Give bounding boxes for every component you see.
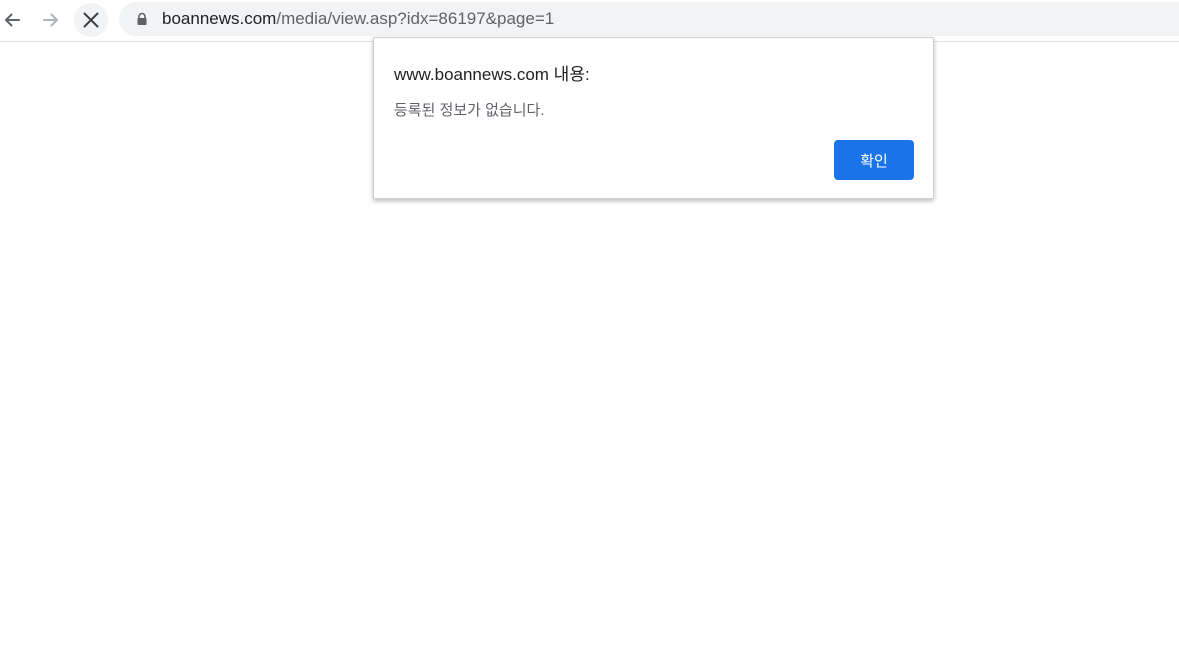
- address-bar[interactable]: boannews.com/media/view.asp?idx=86197&pa…: [119, 2, 1179, 36]
- lock-icon: [137, 12, 147, 25]
- stop-loading-button[interactable]: [74, 3, 108, 37]
- browser-toolbar: boannews.com/media/view.asp?idx=86197&pa…: [0, 0, 1179, 42]
- alert-dialog: www.boannews.com 내용: 등록된 정보가 없습니다. 확인: [373, 37, 934, 199]
- url-host: boannews.com: [162, 9, 277, 28]
- back-button[interactable]: [0, 3, 29, 37]
- arrow-right-icon: [43, 13, 58, 27]
- dialog-message: 등록된 정보가 없습니다.: [394, 102, 545, 119]
- dialog-title: www.boannews.com 내용:: [394, 65, 590, 84]
- url-text: boannews.com/media/view.asp?idx=86197&pa…: [162, 2, 554, 36]
- close-icon: [83, 12, 99, 28]
- ok-button[interactable]: 확인: [834, 140, 914, 180]
- url-path: /media/view.asp?idx=86197&page=1: [276, 9, 555, 28]
- arrow-left-icon: [5, 13, 20, 27]
- forward-button[interactable]: [34, 3, 68, 37]
